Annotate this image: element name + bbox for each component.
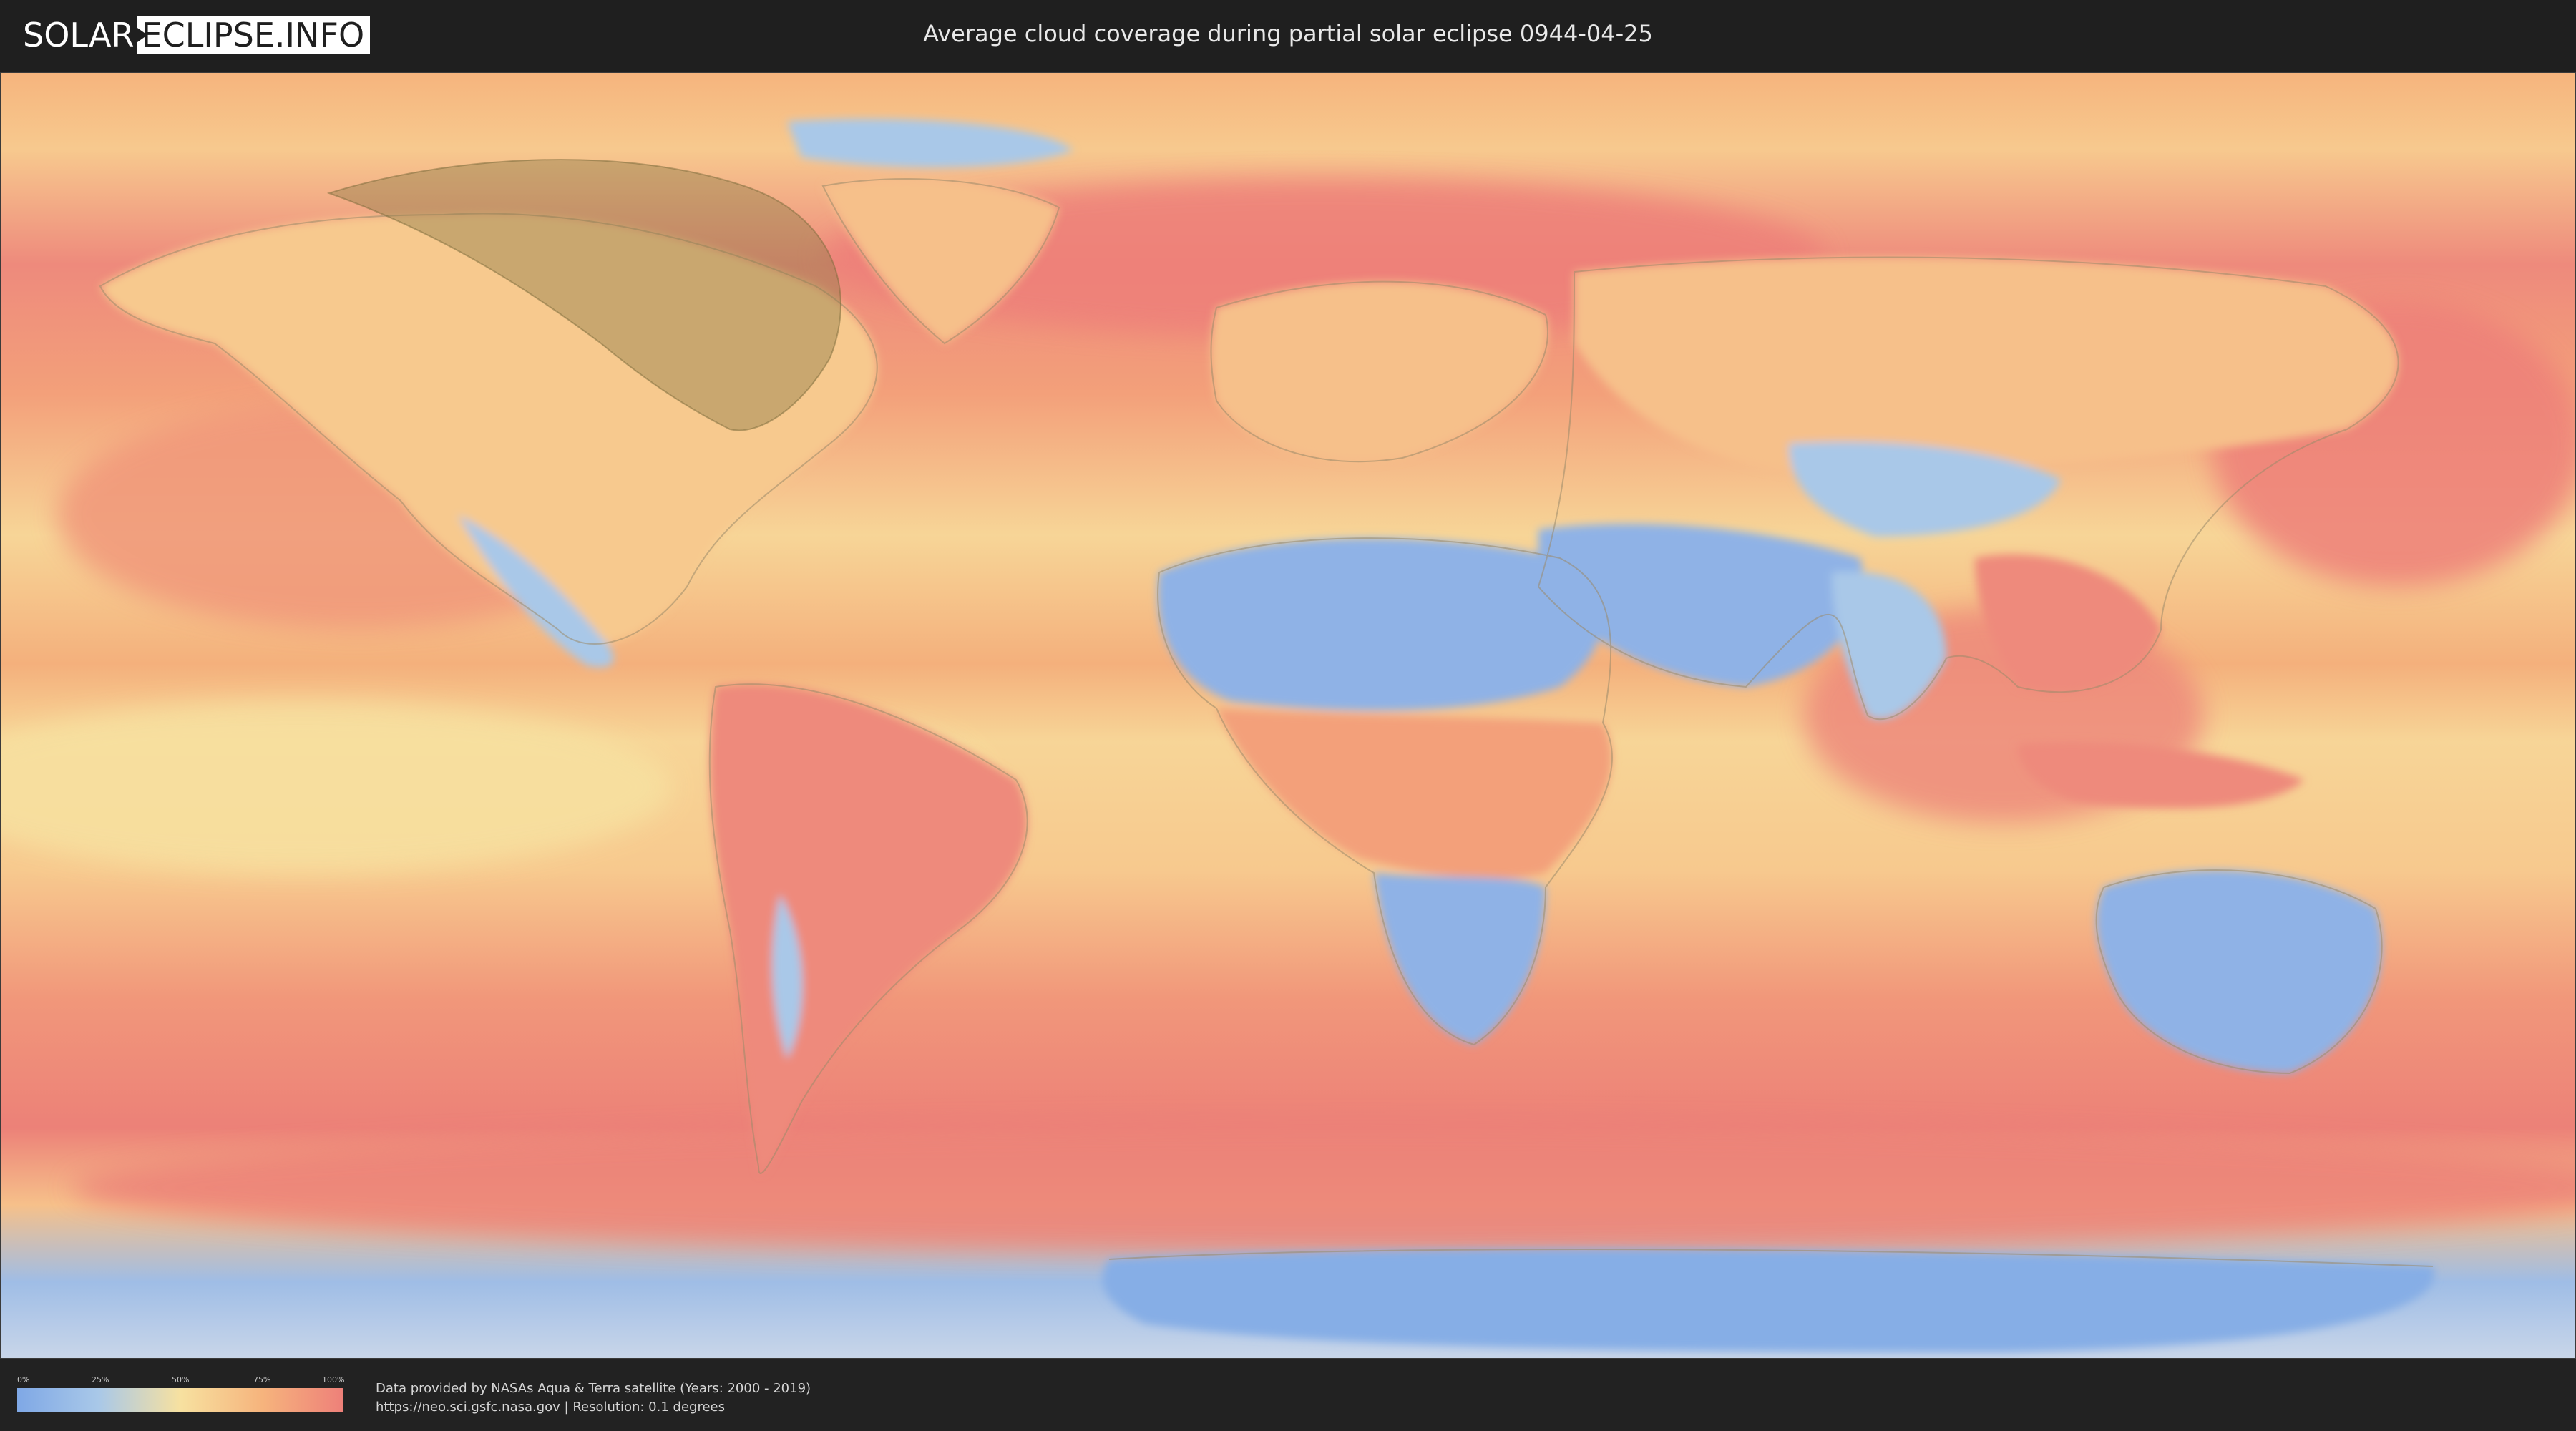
cloud-map-svg (0, 72, 2576, 1359)
legend-tick-25: 25% (92, 1375, 109, 1384)
legend-tick-0: 0% (17, 1375, 30, 1384)
legend-ticks: 0% 25% 50% 75% 100% (17, 1375, 345, 1387)
data-credit: Data provided by NASAs Aqua & Terra sate… (376, 1379, 811, 1417)
credit-line-source: Data provided by NASAs Aqua & Terra sate… (376, 1381, 811, 1396)
header-bar: SOLAR ECLIPSE.INFO Average cloud coverag… (0, 0, 2576, 72)
legend-tick-50: 50% (172, 1375, 190, 1384)
cloud-legend: 0% 25% 50% 75% 100% (17, 1375, 345, 1412)
legend-gradient-bar (17, 1388, 343, 1412)
page-title: Average cloud coverage during partial so… (923, 20, 1653, 47)
legend-tick-100: 100% (322, 1375, 345, 1384)
cloud-map[interactable] (0, 72, 2576, 1359)
legend-tick-75: 75% (253, 1375, 271, 1384)
credit-line-url[interactable]: https://neo.sci.gsfc.nasa.gov | Resoluti… (376, 1398, 811, 1417)
